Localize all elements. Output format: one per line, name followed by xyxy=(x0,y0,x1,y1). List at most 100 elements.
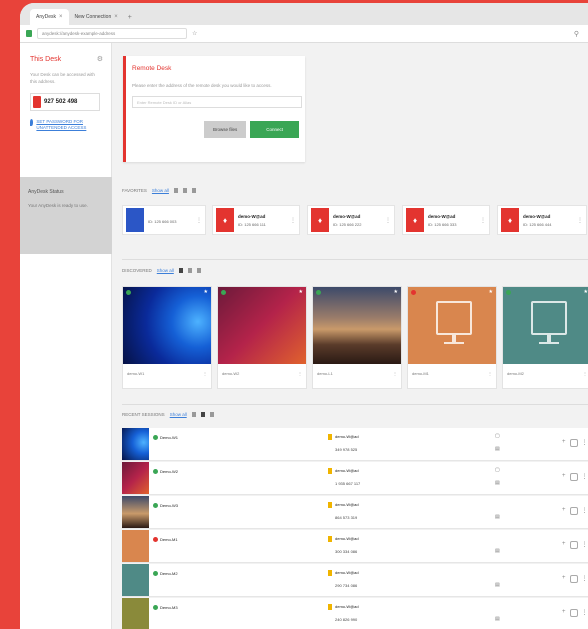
favorite-item[interactable]: ♦ demo-W@ad ID: 125 666 222 ⋮ xyxy=(307,205,395,235)
trash-icon[interactable]: ▤ xyxy=(495,616,500,622)
favorite-name: demo-W@ad xyxy=(523,213,551,219)
tab-new-connection[interactable]: New Connection × xyxy=(69,9,124,25)
browse-files-button[interactable]: Browse files xyxy=(203,121,247,138)
session-user: demo-W@ad xyxy=(335,604,359,609)
online-status-dot xyxy=(126,290,131,295)
session-name: Demo-W1 xyxy=(160,435,179,440)
recent-session-row[interactable]: Demo-M1 demo-W@ad 300 334 086 ▤ + ⋮ xyxy=(122,530,588,563)
anydesk-logo-icon: ♦ xyxy=(216,208,234,232)
grid-view-icon[interactable] xyxy=(191,412,196,417)
star-icon[interactable]: ★ xyxy=(584,289,588,295)
favorite-item[interactable]: ♦ demo-W@ad ID: 125 666 111 ⋮ xyxy=(212,205,300,235)
row-actions: + ⋮ xyxy=(562,575,588,583)
new-tab-icon[interactable]: + xyxy=(128,9,132,25)
more-icon[interactable]: ⋮ xyxy=(582,541,588,549)
online-status-dot xyxy=(153,469,158,474)
trash-icon[interactable]: ▤ xyxy=(495,514,500,520)
connect-icon[interactable] xyxy=(569,609,578,617)
trash-icon[interactable]: ▤ xyxy=(495,582,500,588)
grid-view-icon[interactable] xyxy=(178,268,183,273)
more-icon[interactable]: ⋮ xyxy=(582,575,588,583)
this-desk-title: This Desk xyxy=(30,55,62,63)
recent-session-row[interactable]: Demo-M2 demo-W@ad 290 734 086 ▤ + ⋮ xyxy=(122,564,588,597)
more-icon[interactable]: ⋮ xyxy=(203,371,207,376)
star-icon[interactable]: ★ xyxy=(489,289,493,295)
file-icon[interactable]: ▢ xyxy=(495,433,500,439)
set-password-link[interactable]: SET PASSWORD FOR UNATTENDED ACCESS xyxy=(30,119,103,131)
divider xyxy=(122,404,588,405)
add-icon[interactable]: + xyxy=(562,473,566,481)
more-icon[interactable]: ⋮ xyxy=(577,217,583,224)
recent-show-all-link[interactable]: Show all xyxy=(170,412,187,417)
favorite-item[interactable]: ♦ demo-W@ad ID: 125 666 333 ⋮ xyxy=(402,205,490,235)
list-view-icon[interactable] xyxy=(187,268,192,273)
details-view-icon[interactable] xyxy=(191,188,196,193)
connect-icon[interactable] xyxy=(569,439,578,447)
add-icon[interactable]: + xyxy=(562,575,566,583)
add-icon[interactable]: + xyxy=(562,439,566,447)
recent-session-row[interactable]: Demo-W2 demo-W@ad 1 935 667 117 ▢ ▤ + ⋮ xyxy=(122,462,588,495)
session-thumbnail xyxy=(122,598,149,629)
more-icon[interactable]: ⋮ xyxy=(290,217,296,224)
close-icon[interactable]: × xyxy=(114,14,118,20)
tab-anydesk[interactable]: AnyDesk × xyxy=(30,9,69,25)
connect-icon[interactable] xyxy=(569,473,578,481)
add-icon[interactable]: + xyxy=(562,541,566,549)
monitor-stand xyxy=(547,335,551,342)
connect-icon[interactable] xyxy=(569,507,578,515)
discovered-card[interactable]: ★ demo-W1 ⋮ xyxy=(122,286,212,389)
trash-icon[interactable]: ▤ xyxy=(495,480,500,486)
add-icon[interactable]: + xyxy=(562,507,566,515)
trash-icon[interactable]: ▤ xyxy=(495,446,500,452)
favorite-item[interactable]: ♦ demo-W@ad ID: 125 666 444 ⋮ xyxy=(497,205,587,235)
discovered-card[interactable]: ★ demo-M1 ⋮ xyxy=(407,286,497,389)
desk-id-box[interactable]: 927 502 498 xyxy=(30,93,100,111)
details-view-icon[interactable] xyxy=(196,268,201,273)
connect-icon[interactable] xyxy=(569,541,578,549)
trash-icon[interactable]: ▤ xyxy=(495,548,500,554)
favorite-item[interactable]: ID: 125 666 003 ⋮ xyxy=(122,205,206,235)
gear-icon[interactable]: ⚙ xyxy=(97,55,103,63)
recent-session-row[interactable]: Demo-W3 demo-W@ad 864 573 319 ▤ + ⋮ xyxy=(122,496,588,529)
details-view-icon[interactable] xyxy=(209,412,214,417)
recent-session-row[interactable]: Demo-M3 demo-W@ad 240 826 990 ▤ + ⋮ xyxy=(122,598,588,629)
discovered-card[interactable]: ★ demo-W2 ⋮ xyxy=(217,286,307,389)
star-icon[interactable]: ★ xyxy=(299,289,303,295)
recent-session-row[interactable]: Demo-W1 demo-W@ad 349 978 525 ▢ ▤ + ⋮ xyxy=(122,428,588,461)
more-icon[interactable]: ⋮ xyxy=(393,371,397,376)
star-icon[interactable]: ★ xyxy=(204,289,208,295)
url-input[interactable]: anydesk://anydesk-example-address xyxy=(37,28,187,39)
search-icon[interactable]: ⚲ xyxy=(574,30,579,38)
desk-id: 927 502 498 xyxy=(44,99,78,105)
grid-view-icon[interactable] xyxy=(173,188,178,193)
more-icon[interactable]: ⋮ xyxy=(385,217,391,224)
discovered-show-all-link[interactable]: Show all xyxy=(157,268,174,273)
more-icon[interactable]: ⋮ xyxy=(582,439,588,447)
remote-desk-title: Remote Desk xyxy=(132,65,172,72)
offline-status-dot xyxy=(411,290,416,295)
more-icon[interactable]: ⋮ xyxy=(196,217,202,224)
discovered-card[interactable]: ★ demo-M2 ⋮ xyxy=(502,286,588,389)
session-thumbnail xyxy=(122,530,149,562)
file-icon[interactable]: ▢ xyxy=(495,467,500,473)
more-icon[interactable]: ⋮ xyxy=(582,507,588,515)
more-icon[interactable]: ⋮ xyxy=(480,217,486,224)
more-icon[interactable]: ⋮ xyxy=(488,371,492,376)
list-view-icon[interactable] xyxy=(182,188,187,193)
star-icon[interactable]: ★ xyxy=(394,289,398,295)
discovered-card[interactable]: ★ demo-L1 ⋮ xyxy=(312,286,402,389)
more-icon[interactable]: ⋮ xyxy=(582,473,588,481)
more-icon[interactable]: ⋮ xyxy=(583,371,587,376)
add-icon[interactable]: + xyxy=(562,609,566,617)
remote-desk-input[interactable]: Enter Remote Desk ID or Alias xyxy=(132,96,302,108)
connect-button[interactable]: Connect xyxy=(250,121,299,138)
connect-icon[interactable] xyxy=(569,575,578,583)
favorite-id: ID: 125 666 003 xyxy=(148,219,177,224)
star-icon[interactable]: ☆ xyxy=(192,30,197,37)
monitor-icon xyxy=(436,301,472,335)
close-icon[interactable]: × xyxy=(59,14,63,20)
list-view-icon[interactable] xyxy=(200,412,205,417)
more-icon[interactable]: ⋮ xyxy=(582,609,588,617)
favorites-show-all-link[interactable]: Show all xyxy=(152,188,169,193)
more-icon[interactable]: ⋮ xyxy=(298,371,302,376)
